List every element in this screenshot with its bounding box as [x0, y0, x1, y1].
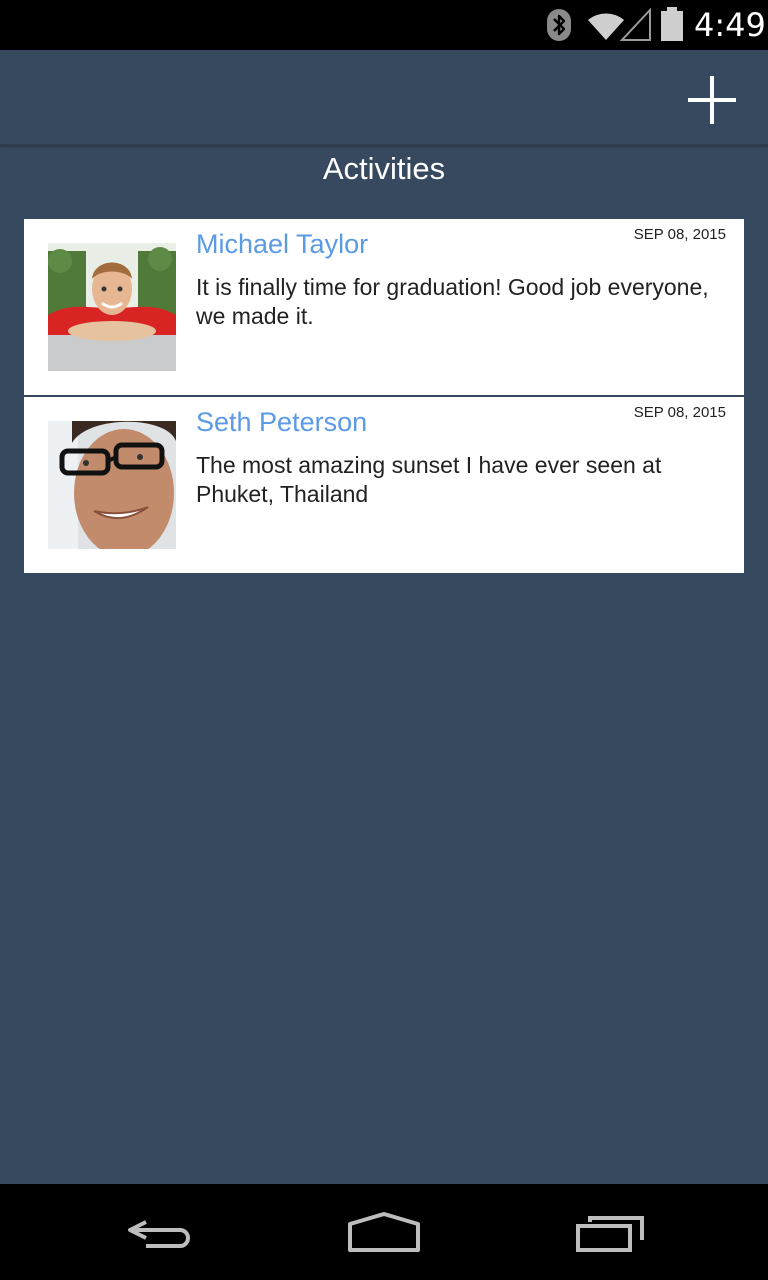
user-name-link[interactable]: Michael Taylor: [196, 227, 368, 261]
post-date: SEP 08, 2015: [633, 404, 726, 421]
avatar[interactable]: [48, 421, 176, 549]
activity-feed: Michael Taylor SEP 08, 2015 It is finall…: [24, 219, 744, 573]
page-title: Activities: [322, 151, 446, 186]
battery-icon: [661, 7, 683, 41]
app-bar: [0, 50, 768, 146]
activity-card[interactable]: Seth Peterson SEP 08, 2015 The most amaz…: [24, 397, 744, 573]
back-icon[interactable]: [124, 1208, 196, 1256]
post-date: SEP 08, 2015: [633, 226, 726, 243]
bluetooth-icon: [547, 9, 571, 41]
plus-icon[interactable]: [686, 74, 738, 126]
navigation-bar: [0, 1184, 768, 1280]
cell-signal-icon: [620, 8, 651, 41]
avatar[interactable]: [48, 243, 176, 371]
clock: 4:49: [694, 6, 766, 44]
status-bar: 4:49: [0, 0, 768, 50]
user-name-link[interactable]: Seth Peterson: [196, 405, 367, 439]
recent-apps-icon[interactable]: [574, 1208, 646, 1256]
activity-card[interactable]: Michael Taylor SEP 08, 2015 It is finall…: [24, 219, 744, 395]
post-message: It is finally time for graduation! Good …: [196, 274, 709, 329]
home-icon[interactable]: [346, 1208, 422, 1256]
post-message: The most amazing sunset I have ever seen…: [196, 452, 662, 507]
